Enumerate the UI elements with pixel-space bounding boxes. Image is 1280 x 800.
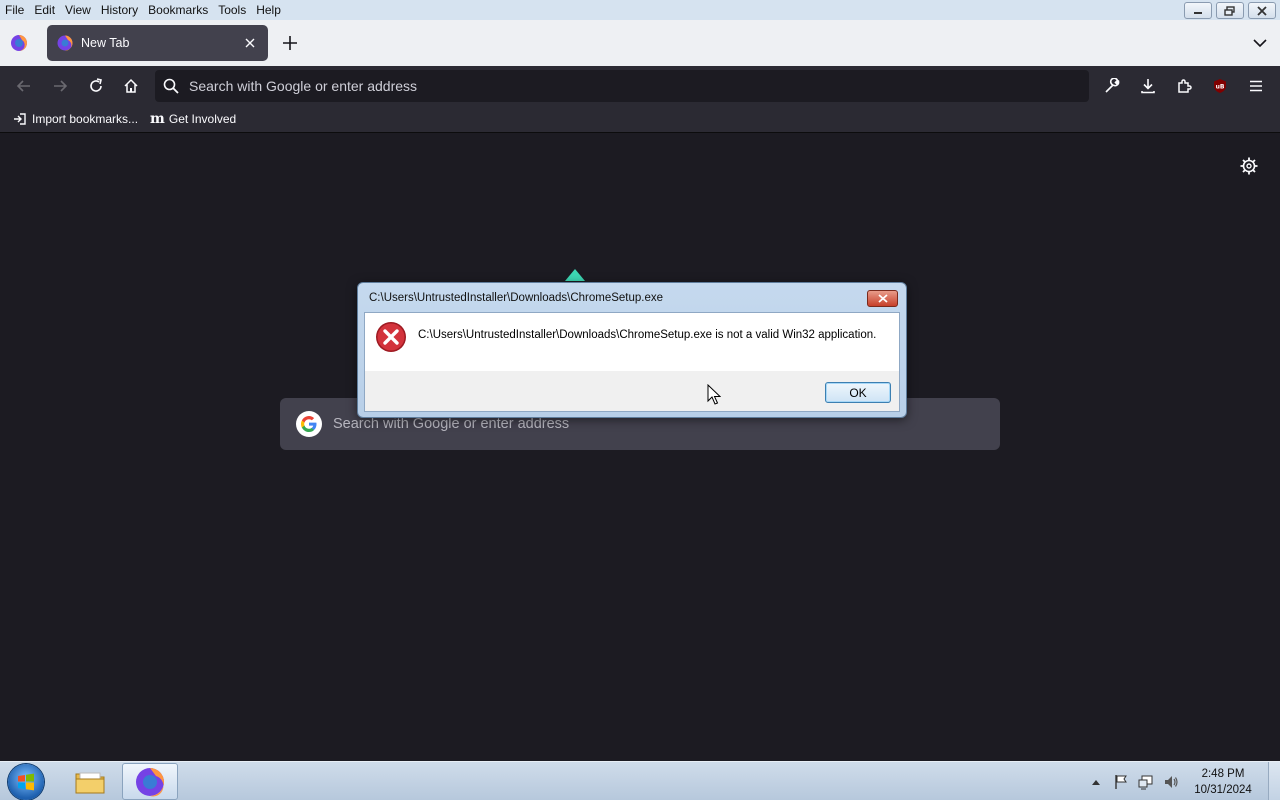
back-button[interactable] — [14, 76, 34, 96]
dialog-close-button[interactable] — [867, 290, 898, 307]
chevron-down-icon[interactable] — [1252, 35, 1268, 51]
extensions-button[interactable] — [1174, 76, 1194, 96]
ublock-icon: uB — [1214, 79, 1226, 93]
dialog-title: C:\Users\UntrustedInstaller\Downloads\Ch… — [369, 292, 664, 304]
clock-time: 2:48 PM — [1201, 767, 1245, 780]
network-button[interactable] — [1138, 774, 1154, 790]
volume-button[interactable] — [1163, 774, 1179, 790]
action-center-button[interactable] — [1113, 774, 1129, 790]
show-desktop-button[interactable] — [1268, 762, 1280, 800]
network-icon — [1138, 775, 1153, 789]
newtab-page: Search with Google or enter address — [0, 133, 1280, 761]
close-icon — [877, 294, 888, 303]
tray-expand-button[interactable] — [1088, 774, 1104, 790]
close-icon — [245, 38, 255, 48]
clock[interactable]: 2:48 PM 10/31/2024 — [1188, 766, 1258, 798]
google-icon — [296, 411, 322, 437]
reload-icon — [90, 78, 102, 92]
plus-icon — [283, 36, 297, 50]
back-arrow-icon — [16, 80, 30, 92]
menu-file[interactable]: File — [0, 0, 29, 20]
menu-view[interactable]: View — [60, 0, 96, 20]
ublock-button[interactable]: uB — [1210, 76, 1230, 96]
bookmark-import[interactable]: Import bookmarks... — [12, 112, 138, 126]
bookmarks-toolbar: Import bookmarks... m Get Involved — [0, 106, 1280, 133]
taskbar-explorer[interactable] — [68, 763, 112, 800]
restore-icon — [1224, 5, 1235, 16]
customize-button[interactable] — [1102, 76, 1122, 96]
menu-history[interactable]: History — [96, 0, 143, 20]
bookmark-get-involved-label: Get Involved — [168, 112, 237, 126]
dialog-message-area: C:\Users\UntrustedInstaller\Downloads\Ch… — [365, 313, 899, 371]
menu-help[interactable]: Help — [251, 0, 286, 20]
new-tab-button[interactable] — [280, 33, 300, 53]
forward-arrow-icon — [54, 80, 68, 92]
search-icon — [163, 78, 179, 94]
bookmark-import-label: Import bookmarks... — [32, 112, 139, 126]
svg-text:uB: uB — [1216, 84, 1225, 91]
mouse-cursor-icon — [707, 384, 721, 405]
chevron-up-icon — [1092, 779, 1100, 785]
download-icon — [1141, 79, 1155, 94]
firefox-icon — [57, 35, 73, 51]
window-close-button[interactable] — [1248, 2, 1276, 19]
tab-close-button[interactable] — [242, 35, 258, 51]
downloads-button[interactable] — [1138, 76, 1158, 96]
extensions-icon — [1178, 79, 1192, 93]
app-menu-button[interactable] — [1246, 76, 1266, 96]
firefox-icon[interactable] — [10, 34, 28, 52]
menu-edit[interactable]: Edit — [29, 0, 60, 20]
url-placeholder: Search with Google or enter address — [189, 78, 418, 94]
system-tray: 2:48 PM 10/31/2024 — [1088, 762, 1280, 800]
dialog-body: C:\Users\UntrustedInstaller\Downloads\Ch… — [364, 312, 900, 412]
menu-bookmarks[interactable]: Bookmarks — [143, 0, 213, 20]
tab-title: New Tab — [81, 36, 130, 50]
folder-icon — [75, 772, 105, 793]
wrench-icon — [1105, 78, 1120, 93]
start-button[interactable] — [8, 764, 44, 800]
error-icon — [376, 322, 406, 352]
menu-bar: File Edit View History Bookmarks Tools H… — [0, 0, 1280, 20]
mozilla-icon: m — [150, 111, 165, 127]
window-controls — [1184, 2, 1276, 19]
clock-date: 10/31/2024 — [1194, 783, 1252, 796]
hamburger-menu-icon — [1250, 80, 1262, 92]
url-bar[interactable]: Search with Google or enter address — [155, 70, 1089, 102]
reload-button[interactable] — [86, 76, 106, 96]
speaker-icon — [1165, 775, 1178, 788]
menu-tools[interactable]: Tools — [213, 0, 251, 20]
tab-new-tab[interactable]: New Tab — [47, 25, 268, 61]
close-icon — [1257, 5, 1267, 16]
firefox-logo-peek — [565, 269, 585, 281]
error-dialog: C:\Users\UntrustedInstaller\Downloads\Ch… — [357, 282, 907, 418]
dialog-message: C:\Users\UntrustedInstaller\Downloads\Ch… — [418, 329, 877, 341]
import-icon — [12, 112, 28, 126]
minimize-button[interactable] — [1184, 2, 1212, 19]
minimize-icon — [1194, 11, 1202, 14]
newtab-search-placeholder: Search with Google or enter address — [333, 416, 570, 432]
home-icon — [124, 78, 138, 93]
ok-button[interactable]: OK — [825, 382, 891, 403]
home-button[interactable] — [121, 76, 141, 96]
taskbar: 2:48 PM 10/31/2024 — [0, 761, 1280, 800]
tab-strip: New Tab — [0, 20, 1280, 66]
navigation-toolbar: Search with Google or enter address uB — [0, 66, 1280, 106]
taskbar-firefox[interactable] — [122, 763, 178, 800]
gear-icon[interactable] — [1239, 156, 1259, 176]
bookmark-get-involved[interactable]: m Get Involved — [150, 111, 236, 127]
restore-button[interactable] — [1216, 2, 1244, 19]
flag-icon — [1115, 774, 1127, 789]
windows-start-icon — [18, 773, 34, 791]
forward-button[interactable] — [50, 76, 70, 96]
firefox-icon — [136, 767, 164, 796]
